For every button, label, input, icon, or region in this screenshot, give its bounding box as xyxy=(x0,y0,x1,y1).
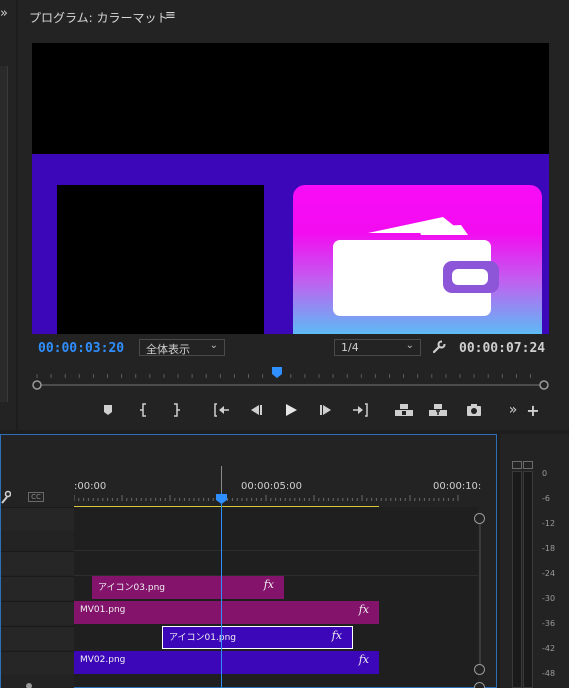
clip-label: アイコン01.png xyxy=(169,633,236,643)
fx-badge: fx xyxy=(358,653,369,666)
video-preview[interactable] xyxy=(32,43,549,334)
fx-badge: fx xyxy=(263,578,274,591)
button-editor-add-button[interactable]: + xyxy=(524,401,542,420)
meter-label: -30 xyxy=(542,594,556,603)
step-back-icon xyxy=(251,405,262,415)
scroll-handle-right[interactable] xyxy=(539,380,549,390)
camera-icon xyxy=(467,404,481,416)
scroll-handle-extra[interactable] xyxy=(474,682,485,688)
clip-label: アイコン03.png xyxy=(98,583,165,593)
settings-wrench-icon[interactable] xyxy=(432,339,446,358)
audio-meter: 0 -6 -12 -18 -24 -30 -36 -42 -48 xyxy=(500,434,569,688)
scroll-handle-bottom[interactable] xyxy=(474,664,485,675)
time-ruler[interactable] xyxy=(32,365,549,379)
mark-in-icon xyxy=(140,403,146,417)
more-controls-button[interactable]: » xyxy=(504,402,522,418)
scroll-handle-left[interactable] xyxy=(32,380,42,390)
playhead-handle[interactable] xyxy=(215,493,228,505)
left-panel-content xyxy=(0,66,8,402)
fx-badge: fx xyxy=(331,629,342,642)
panel-collapse-icon[interactable]: » xyxy=(0,6,8,21)
timeline-ruler[interactable]: :00:00 00:00:05:00 00:00:10: xyxy=(74,471,482,501)
step-back-button[interactable] xyxy=(247,402,265,418)
clip-mv01[interactable]: MV01.png fx xyxy=(74,601,379,624)
track-header[interactable] xyxy=(1,551,74,575)
duration-timecode: 00:00:07:24 xyxy=(459,341,546,356)
fx-badge: fx xyxy=(358,603,369,616)
track-header[interactable] xyxy=(1,651,74,675)
export-frame-button[interactable] xyxy=(465,402,483,418)
playback-resolution-select[interactable]: 1/4 ⌄ xyxy=(334,339,421,356)
step-forward-icon xyxy=(320,405,331,415)
wallet-icon xyxy=(333,217,499,316)
track-header[interactable] xyxy=(1,507,74,531)
ruler-ticks xyxy=(74,495,459,501)
ruler-label-start: :00:00 xyxy=(74,481,107,492)
add-marker-button[interactable] xyxy=(99,402,117,418)
play-button[interactable] xyxy=(282,402,300,418)
scroll-handle-top[interactable] xyxy=(474,513,485,524)
monitor-title: プログラム: カラーマット xyxy=(29,11,169,25)
add-marker-icon xyxy=(104,405,112,415)
chevron-down-icon: ⌄ xyxy=(209,340,218,351)
track-header[interactable] xyxy=(1,576,74,600)
lift-icon xyxy=(395,404,413,416)
meter-label: -12 xyxy=(542,519,556,528)
meter-label: -24 xyxy=(542,569,556,578)
clip-icon03[interactable]: アイコン03.png fx xyxy=(92,576,284,599)
clip-label: MV02.png xyxy=(80,655,126,665)
mark-out-button[interactable] xyxy=(167,402,185,418)
meter-label: -6 xyxy=(542,494,550,503)
wrench-icon[interactable] xyxy=(1,489,12,508)
current-timecode[interactable]: 00:00:03:20 xyxy=(38,341,124,356)
go-to-out-icon xyxy=(353,403,368,417)
step-forward-button[interactable] xyxy=(317,402,335,418)
meter-bar-left xyxy=(512,471,522,688)
ruler-label-10s: 00:00:10: xyxy=(433,481,482,492)
meter-label: 0 xyxy=(542,469,548,478)
mark-in-button[interactable] xyxy=(135,402,153,418)
captions-icon[interactable]: CC xyxy=(28,492,44,502)
scroll-indicator xyxy=(26,683,32,688)
wallet-icon-image xyxy=(293,185,542,334)
clip-label: MV01.png xyxy=(80,605,126,615)
play-icon xyxy=(286,404,297,416)
ruler-label-5s: 00:00:05:00 xyxy=(241,481,303,492)
go-to-out-button[interactable] xyxy=(351,402,369,418)
zoom-level-select[interactable]: 全体表示 ⌄ xyxy=(139,339,225,356)
go-to-in-button[interactable] xyxy=(213,402,231,418)
empty-track[interactable] xyxy=(74,507,478,551)
zoom-scroll-bar[interactable] xyxy=(32,380,549,390)
meter-clip-indicator xyxy=(512,461,522,469)
track-area[interactable]: アイコン03.png fx MV01.png fx アイコン01.png fx … xyxy=(74,507,478,687)
clip-mv02[interactable]: MV02.png fx xyxy=(74,651,379,674)
extract-icon xyxy=(429,404,447,416)
panel-menu-icon[interactable]: ≡ xyxy=(165,8,176,23)
timeline-panel: CC :00:00 00:00:05:00 00:00:10: アイコン03.p… xyxy=(0,434,497,688)
vertical-scroll-track[interactable] xyxy=(479,515,481,668)
zoom-level-value: 全体表示 xyxy=(146,343,190,356)
track-header[interactable] xyxy=(1,601,74,625)
go-to-in-icon xyxy=(214,403,229,417)
mark-out-icon xyxy=(174,403,180,417)
extract-button[interactable] xyxy=(428,402,448,418)
meter-label: -18 xyxy=(542,544,556,553)
empty-track[interactable] xyxy=(74,551,478,576)
meter-bar-right xyxy=(523,471,533,688)
meter-label: -42 xyxy=(542,644,556,653)
black-video-region xyxy=(57,185,264,334)
left-panel: » xyxy=(0,0,16,430)
playhead-stem xyxy=(221,466,222,492)
meter-clip-indicator xyxy=(523,461,533,469)
meter-label: -36 xyxy=(542,619,556,628)
track-header[interactable] xyxy=(1,626,74,650)
lift-button[interactable] xyxy=(394,402,414,418)
playhead-marker[interactable] xyxy=(272,367,282,378)
clip-icon01-selected[interactable]: アイコン01.png fx xyxy=(162,626,353,649)
program-monitor: プログラム: カラーマット ≡ 00:00:03:20 全体表示 ⌄ 1/4 ⌄… xyxy=(18,0,569,430)
chevron-down-icon: ⌄ xyxy=(405,340,414,351)
meter-label: -48 xyxy=(542,669,556,678)
resolution-value: 1/4 xyxy=(341,341,359,354)
track-headers: CC xyxy=(1,435,74,688)
